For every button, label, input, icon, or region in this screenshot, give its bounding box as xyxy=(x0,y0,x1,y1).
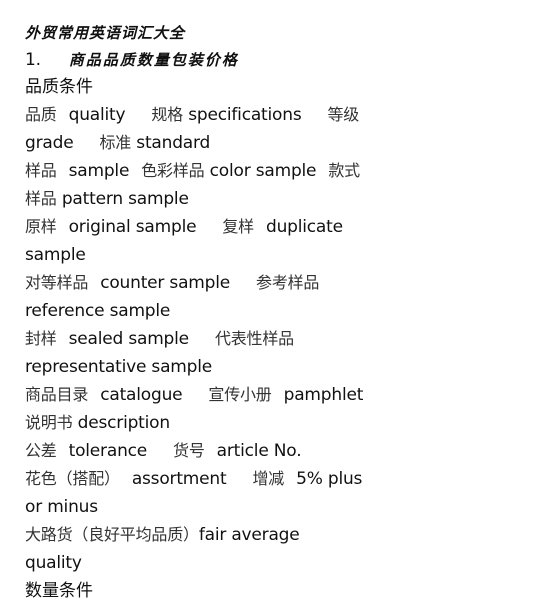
vocab-line: 公差 tolerance 货号 article No. xyxy=(25,437,405,465)
term-en-part: quality xyxy=(25,553,82,573)
term-zh: 色彩样品 xyxy=(141,161,205,180)
vocab-line: 说明书 description xyxy=(25,409,405,437)
term-zh: 增减 xyxy=(252,469,285,488)
subsection-heading-quality: 品质条件 xyxy=(25,77,93,97)
term-zh: 规格 xyxy=(151,105,183,124)
term-zh: 标准 xyxy=(99,133,132,152)
section-heading: 1. 商品品质数量包装价格 xyxy=(25,47,405,73)
vocab-line: 品质 quality 规格 specifications 等级 xyxy=(25,101,405,129)
term-zh: 参考样品 xyxy=(256,273,320,292)
term-en: counter sample xyxy=(100,273,231,293)
vocab-line: grade 标准 standard xyxy=(25,129,405,157)
vocab-line: 样品 pattern sample xyxy=(25,185,405,213)
vocab-line: 原样 original sample 复样 duplicate xyxy=(25,213,405,241)
term-en-part: 5% plus xyxy=(296,469,363,489)
document-title: 外贸常用英语词汇大全 xyxy=(25,24,186,42)
vocab-line: 花色（搭配） assortment 增减 5% plus xyxy=(25,465,405,493)
term-zh: 大路货（良好平均品质） xyxy=(25,525,199,544)
term-en: reference sample xyxy=(25,301,171,321)
section-number: 1. xyxy=(25,50,41,70)
vocab-line: 样品 sample 色彩样品 color sample 款式 xyxy=(25,157,405,185)
term-en-part: fair average xyxy=(198,525,300,545)
vocab-line: 封样 sealed sample 代表性样品 xyxy=(25,325,405,353)
term-en-part: sample xyxy=(25,245,86,265)
term-en-part: duplicate xyxy=(265,217,343,237)
document-page: 外贸常用英语词汇大全 1. 商品品质数量包装价格 品质条件 品质 quality 规格… xyxy=(25,20,405,605)
subsection-heading-quantity: 数量条件 xyxy=(25,581,93,601)
term-en: representative sample xyxy=(25,357,213,377)
vocab-line: reference sample xyxy=(25,297,405,325)
term-en-part: or minus xyxy=(25,497,98,517)
vocab-line: or minus xyxy=(25,493,405,521)
term-zh: 商品目录 xyxy=(25,385,89,404)
term-en: assortment xyxy=(131,469,227,489)
term-zh: 等级 xyxy=(327,105,360,124)
term-zh: 样品 xyxy=(25,161,57,180)
section-title: 商品品质数量包装价格 xyxy=(68,51,239,69)
term-en: article No. xyxy=(216,441,302,461)
term-zh: 对等样品 xyxy=(25,273,89,292)
term-zh: 代表性样品 xyxy=(214,329,294,348)
term-zh: 花色（搭配） xyxy=(25,469,120,488)
term-en: pattern sample xyxy=(61,189,189,209)
term-en: pamphlet xyxy=(283,385,364,405)
vocab-line: 商品目录 catalogue 宣传小册 pamphlet xyxy=(25,381,405,409)
term-zh: 说明书 xyxy=(25,413,73,432)
vocab-line: quality xyxy=(25,549,405,577)
term-en: quality xyxy=(68,105,126,125)
term-en: tolerance xyxy=(68,441,148,461)
term-en: catalogue xyxy=(100,385,183,405)
term-zh-part: 款式 xyxy=(328,161,360,180)
term-zh: 封样 xyxy=(25,329,57,348)
term-en: description xyxy=(77,413,171,433)
term-en: sample xyxy=(68,161,130,181)
term-en: standard xyxy=(136,133,211,153)
term-zh: 原样 xyxy=(25,217,57,236)
term-zh: 公差 xyxy=(25,441,57,460)
term-en: original sample xyxy=(68,217,197,237)
term-zh-part: 样品 xyxy=(25,189,57,208)
term-en: specifications xyxy=(188,105,302,125)
term-zh: 复样 xyxy=(222,217,254,236)
term-en: grade xyxy=(25,133,74,153)
term-zh: 货号 xyxy=(173,441,205,460)
term-zh: 宣传小册 xyxy=(208,385,272,404)
term-en: color sample xyxy=(209,161,317,181)
vocab-line: sample xyxy=(25,241,405,269)
vocab-line: representative sample xyxy=(25,353,405,381)
term-zh: 品质 xyxy=(25,105,57,124)
vocab-line: 对等样品 counter sample 参考样品 xyxy=(25,269,405,297)
vocab-line: 大路货（良好平均品质）fair average xyxy=(25,521,405,549)
term-en: sealed sample xyxy=(68,329,190,349)
